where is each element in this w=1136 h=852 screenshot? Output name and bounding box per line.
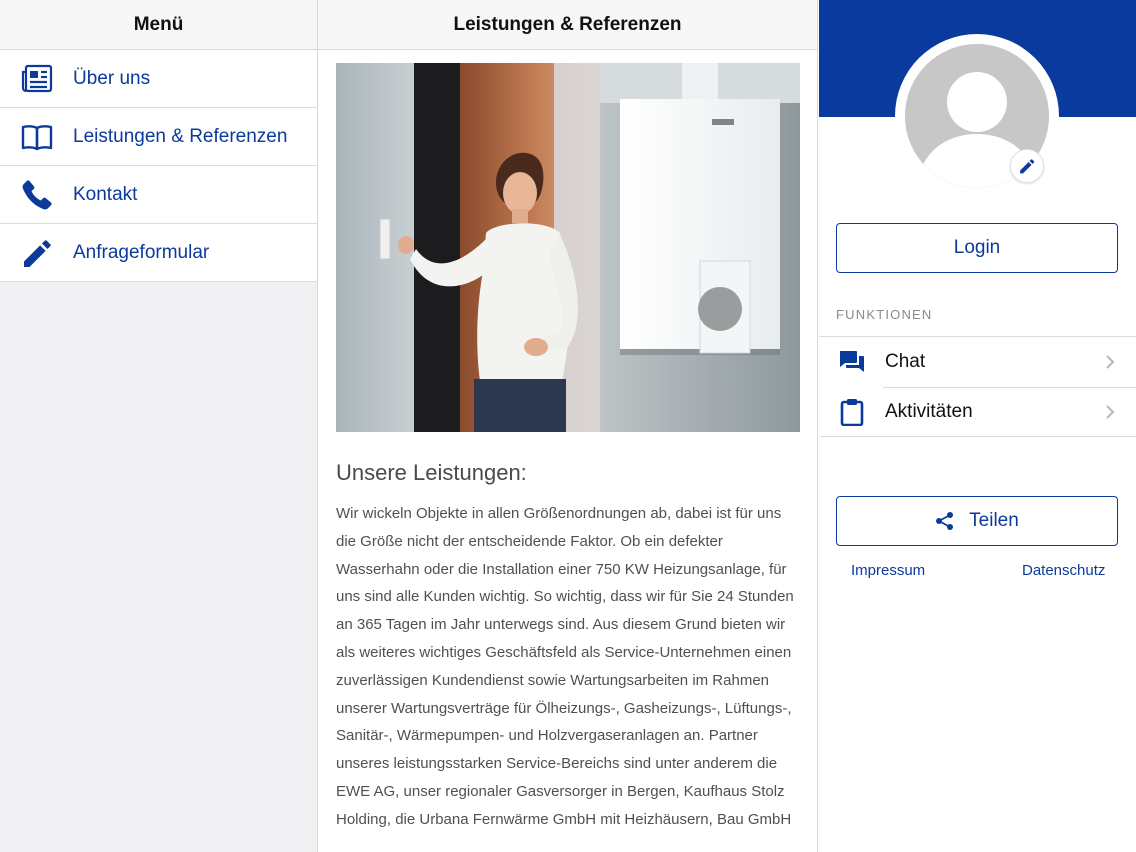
functions-section-label: FUNKTIONEN — [836, 307, 933, 322]
edit-avatar-button[interactable] — [1010, 149, 1044, 183]
menu-list: Über uns Leistungen & Referenzen Kontakt — [0, 50, 317, 282]
login-button[interactable]: Login — [836, 223, 1118, 273]
menu-item-anfrageformular[interactable]: Anfrageformular — [0, 224, 317, 282]
datenschutz-link[interactable]: Datenschutz — [1022, 562, 1105, 579]
function-item-aktivitaeten[interactable]: Aktivitäten — [819, 387, 1136, 437]
menu-item-ueber-uns[interactable]: Über uns — [0, 50, 317, 108]
menu-pane: Menü Über uns Leistungen & Referenzen Ko… — [0, 0, 318, 852]
functions-list: Chat Aktivitäten — [819, 336, 1136, 437]
share-button[interactable]: Teilen — [836, 496, 1118, 546]
function-item-chat[interactable]: Chat — [819, 337, 1136, 387]
function-item-label: Chat — [885, 351, 926, 372]
content-page-title: Leistungen & Referenzen — [318, 0, 817, 50]
content-pane: Leistungen & Referenzen Unsere Leistunge… — [318, 0, 818, 852]
menu-item-kontakt[interactable]: Kontakt — [0, 166, 317, 224]
menu-item-label: Leistungen & Referenzen — [73, 125, 288, 147]
hero-image — [336, 63, 800, 432]
menu-title: Menü — [0, 0, 317, 50]
content-body: Wir wickeln Objekte in allen Größenordnu… — [336, 505, 794, 828]
chat-icon — [837, 347, 867, 377]
content-heading: Unsere Leistungen: — [336, 460, 527, 485]
chevron-right-icon — [1105, 352, 1119, 372]
phone-icon — [19, 177, 55, 213]
profile-pane: Login FUNKTIONEN Chat Aktivitäten Teilen… — [819, 0, 1136, 852]
share-icon — [935, 511, 955, 531]
menu-item-label: Anfrageformular — [73, 241, 210, 263]
book-icon — [19, 119, 55, 155]
share-label: Teilen — [969, 510, 1019, 531]
menu-item-leistungen[interactable]: Leistungen & Referenzen — [0, 108, 317, 166]
newspaper-icon — [19, 61, 55, 97]
pencil-icon — [1018, 157, 1036, 175]
chevron-right-icon — [1105, 402, 1119, 422]
impressum-link[interactable]: Impressum — [851, 562, 925, 579]
function-item-label: Aktivitäten — [885, 400, 973, 422]
menu-item-label: Über uns — [73, 67, 151, 89]
clipboard-icon — [837, 397, 867, 427]
pencil-icon — [19, 235, 55, 271]
menu-item-label: Kontakt — [73, 183, 138, 205]
